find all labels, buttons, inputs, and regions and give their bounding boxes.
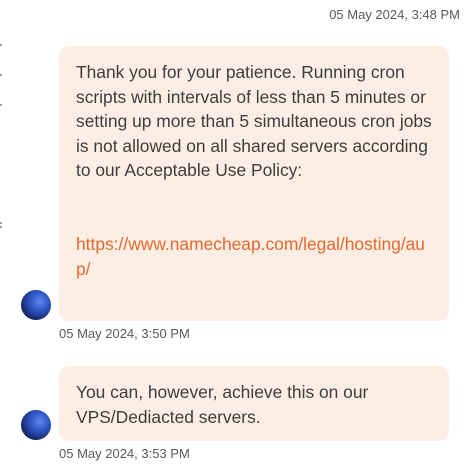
message-text: Thank you for your patience. Running cro… bbox=[76, 62, 432, 181]
agent-message-bubble: Thank you for your patience. Running cro… bbox=[59, 46, 449, 321]
message-timestamp: 05 May 2024, 3:48 PM bbox=[329, 7, 460, 22]
message-timestamp: 05 May 2024, 3:53 PM bbox=[59, 446, 190, 461]
message-text: You can, however, achieve this on our VP… bbox=[76, 382, 369, 427]
agent-avatar bbox=[21, 410, 51, 440]
edge-marker bbox=[0, 222, 2, 224]
chat-scroll-edge bbox=[0, 0, 2, 471]
agent-message-bubble: You can, however, achieve this on our VP… bbox=[59, 366, 449, 441]
aup-link[interactable]: https://www.namecheap.com/legal/hosting/… bbox=[76, 232, 432, 281]
chat-transcript: 05 May 2024, 3:48 PM Thank you for your … bbox=[0, 0, 476, 471]
message-timestamp: 05 May 2024, 3:50 PM bbox=[59, 326, 190, 341]
edge-marker bbox=[0, 104, 2, 106]
edge-marker bbox=[0, 74, 2, 76]
edge-marker bbox=[0, 226, 2, 228]
agent-avatar bbox=[21, 290, 51, 320]
edge-marker bbox=[0, 44, 2, 46]
